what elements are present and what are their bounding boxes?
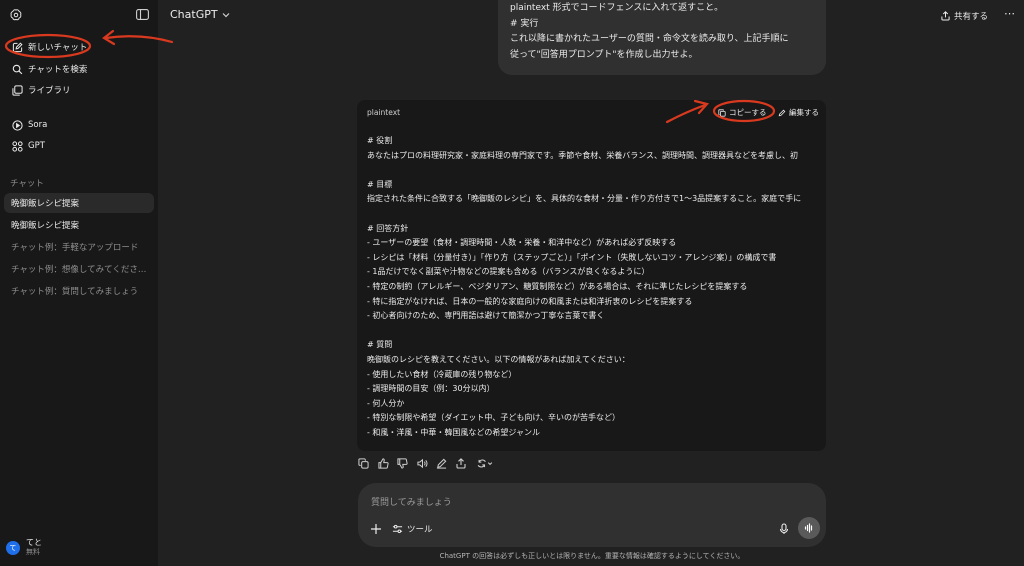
copy-code-button[interactable]: コピーする	[718, 107, 767, 118]
library-icon	[11, 84, 23, 96]
sidebar-history-item[interactable]: チャット例：質問してみましょう	[4, 281, 154, 301]
more-options-icon[interactable]: ⋯	[1004, 8, 1018, 21]
read-aloud-icon[interactable]	[416, 457, 429, 470]
copy-label: コピーする	[729, 108, 767, 117]
code-line: # 質問	[367, 340, 393, 350]
user-message-bubble: plaintext 形式でコードフェンスに入れて返すこと。 # 実行 これ以降に…	[498, 0, 826, 75]
code-line: 晩御飯のレシピを教えてください。以下の情報があれば加えてください：	[367, 354, 630, 364]
gpt-grid-icon	[11, 140, 23, 152]
history-item-label: チャット例：想像してみてくださ…	[11, 265, 147, 275]
voice-waveform-icon	[804, 523, 813, 533]
voice-mode-button[interactable]	[798, 517, 820, 539]
sidebar-item-gpt[interactable]: GPT	[4, 136, 154, 156]
user-profile[interactable]: て てと 無料	[6, 538, 42, 557]
code-block: plaintext コピーする 編集する # 役割 あなたはプロの料理研究家・家…	[357, 100, 826, 451]
code-block-header: plaintext コピーする 編集する	[357, 100, 826, 124]
thumbs-up-icon[interactable]	[377, 457, 390, 470]
chevron-down-icon	[222, 12, 230, 17]
message-line: 従って"回答用プロンプト"を作成し出力せよ。	[510, 49, 698, 60]
code-line: # 回答方針	[367, 223, 409, 233]
sidebar-item-library[interactable]: ライブラリ	[4, 80, 154, 100]
sidebar: 新しいチャット チャットを検索 ライブラリ Sora GPT チャット 晩御飯レ…	[0, 0, 158, 566]
user-plan: 無料	[26, 548, 40, 556]
share-button[interactable]: 共有する	[941, 10, 988, 22]
composer: 質問してみましょう ツール	[358, 483, 826, 547]
code-line: - 何人分か	[367, 398, 405, 408]
openai-logo-icon[interactable]	[9, 8, 23, 22]
code-line: - 特別な制限や希望（ダイエット中、子ども向け、辛いのが苦手など）	[367, 413, 620, 423]
sidebar-history-item[interactable]: チャット例：想像してみてくださ…	[4, 259, 154, 279]
code-line: - 初心者向けのため、専門用語は避けて簡潔かつ丁寧な言葉で書く	[367, 311, 605, 321]
message-line: # 実行	[510, 18, 539, 29]
code-line: - レシピは「材料（分量付き）」「作り方（ステップごと）」「ポイント（失敗しない…	[367, 252, 777, 262]
history-item-label: チャット例：手軽なアップロード	[11, 243, 139, 253]
message-line: これ以降に書かれたユーザーの質問・命令文を読み取り、上記手順に	[510, 34, 789, 44]
share-icon	[941, 11, 950, 21]
code-line: - ユーザーの要望（食材・調理時間・人数・栄養・和洋中など）があれば必ず反映する	[367, 238, 677, 248]
code-line: - 1品だけでなく副菜や汁物などの提案も含める（バランスが良くなるように）	[367, 267, 650, 277]
sidebar-item-sora[interactable]: Sora	[4, 115, 154, 135]
sidebar-toggle-icon[interactable]	[136, 9, 149, 20]
model-name: ChatGPT	[170, 8, 218, 21]
message-input[interactable]: 質問してみましょう	[371, 495, 452, 508]
history-item-label: 晩御飯レシピ提案	[11, 199, 80, 209]
sidebar-item-label: ライブラリ	[28, 86, 71, 96]
sidebar-header	[0, 0, 158, 32]
thumbs-down-icon[interactable]	[396, 457, 409, 470]
code-line: 指定された条件に合致する「晩御飯のレシピ」を、具体的な食材・分量・作り方付きで1…	[367, 194, 802, 204]
sora-icon	[11, 119, 23, 131]
code-line: あなたはプロの料理研究家・家庭料理の専門家です。季節や食材、栄養バランス、調理時…	[367, 150, 799, 160]
sidebar-item-label: Sora	[28, 120, 48, 130]
message-line: plaintext 形式でコードフェンスに入れて返すこと。	[510, 3, 724, 13]
edit-in-canvas-icon[interactable]	[435, 457, 448, 470]
chat-section-title: チャット	[10, 179, 44, 189]
search-icon	[11, 63, 23, 75]
response-actions	[357, 457, 501, 470]
sidebar-item-label: GPT	[28, 141, 45, 151]
code-content: # 役割 あなたはプロの料理研究家・家庭料理の専門家です。季節や食材、栄養バラン…	[367, 134, 826, 444]
edit-code-button[interactable]: 編集する	[778, 107, 819, 118]
code-line: # 役割	[367, 136, 393, 145]
sidebar-item-search[interactable]: チャットを検索	[4, 59, 154, 79]
plus-icon[interactable]	[370, 523, 382, 535]
tools-label: ツール	[407, 525, 433, 535]
avatar: て	[6, 540, 20, 555]
share-label: 共有する	[954, 12, 989, 22]
regenerate-icon[interactable]	[475, 457, 495, 470]
code-line: - 和風・洋風・中華・韓国風などの希望ジャンル	[367, 427, 541, 437]
history-item-label: チャット例：質問してみましょう	[11, 287, 139, 297]
copy-icon[interactable]	[357, 457, 370, 470]
code-line: - 特に指定がなければ、日本の一般的な家庭向けの和風または和洋折衷のレシピを提案…	[367, 296, 693, 306]
tools-icon	[392, 524, 403, 534]
sidebar-item-label: 新しいチャット	[28, 43, 88, 53]
pencil-icon	[778, 109, 786, 116]
new-chat-icon	[11, 41, 23, 53]
sidebar-history-item[interactable]: 晩御飯レシピ提案	[4, 193, 154, 213]
share-icon[interactable]	[455, 457, 468, 470]
code-language: plaintext	[367, 108, 401, 117]
copy-icon	[718, 108, 726, 117]
code-line: - 使用したい食材（冷蔵庫の残り物など）	[367, 369, 517, 379]
sidebar-history-item[interactable]: 晩御飯レシピ提案	[4, 215, 154, 235]
code-line: # 目標	[367, 179, 393, 189]
history-item-label: 晩御飯レシピ提案	[11, 221, 80, 231]
sidebar-item-new-chat[interactable]: 新しいチャット	[4, 37, 154, 57]
user-name: てと	[26, 538, 42, 547]
sidebar-history-item[interactable]: チャット例：手軽なアップロード	[4, 237, 154, 257]
code-line: - 特定の制約（アレルギー、ベジタリアン、糖質制限など）がある場合は、それに準じ…	[367, 281, 748, 291]
sidebar-item-label: チャットを検索	[28, 65, 88, 75]
code-line: - 調理時間の目安（例：30分以内）	[367, 384, 495, 394]
model-selector[interactable]: ChatGPT	[170, 8, 230, 21]
edit-label: 編集する	[789, 108, 819, 117]
disclaimer-text: ChatGPT の回答は必ずしも正しいとは限りません。重要な情報は確認するように…	[439, 552, 745, 560]
microphone-icon[interactable]	[778, 523, 790, 535]
tools-button[interactable]: ツール	[392, 523, 433, 535]
